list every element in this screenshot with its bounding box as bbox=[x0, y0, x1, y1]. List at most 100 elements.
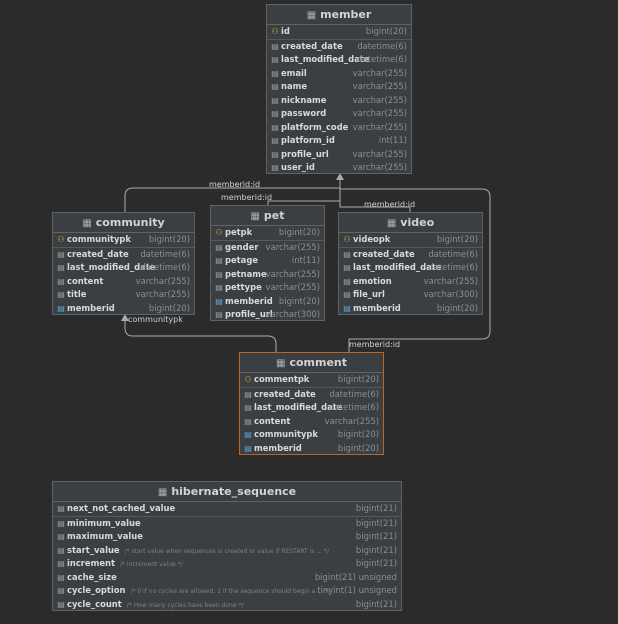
column-row[interactable]: ▤ memberid bigint(20) bbox=[211, 295, 324, 309]
column-row[interactable]: ▤ communitypk bigint(20) bbox=[240, 428, 383, 442]
foreign-key-icon: ▤ bbox=[244, 430, 252, 439]
column-name-text: cycle_count bbox=[67, 598, 122, 609]
column-icon: ▤ bbox=[271, 163, 279, 172]
column-name-text: communitypk bbox=[67, 234, 131, 244]
column-row[interactable]: ▤ profile_url varchar(255) bbox=[267, 148, 411, 162]
column-row[interactable]: ▤ start_value /* start value when sequence… bbox=[53, 544, 401, 558]
column-name-text: cycle_option bbox=[67, 585, 126, 595]
column-row[interactable]: ▤ petname varchar(255) bbox=[211, 268, 324, 282]
column-row[interactable]: ▤ memberid bigint(20) bbox=[53, 302, 194, 316]
column-type: varchar(300) bbox=[265, 309, 320, 319]
foreign-key-icon: ▤ bbox=[244, 443, 252, 453]
column-icon: ▤ bbox=[244, 389, 252, 399]
column-row[interactable]: ▤ created_date datetime(6) bbox=[240, 388, 383, 402]
primary-key-icon: ⚇ bbox=[215, 228, 223, 237]
column-row[interactable]: ▤ nickname varchar(255) bbox=[267, 94, 411, 108]
column-name: start_value /* start value when sequences… bbox=[67, 544, 329, 559]
column-name-text: platform_code bbox=[281, 121, 349, 132]
column-type: tinyint(1) unsigned bbox=[317, 585, 397, 595]
column-row[interactable]: ▤ platform_code varchar(255) bbox=[267, 121, 411, 135]
column-type: bigint(20) bbox=[148, 302, 190, 313]
table-header[interactable]: ▦ pet bbox=[211, 206, 324, 226]
column-type: bigint(20) bbox=[365, 26, 407, 36]
column-name: communitypk bbox=[67, 233, 131, 247]
column-row[interactable]: ▤ password varchar(255) bbox=[267, 107, 411, 121]
column-row[interactable]: ▤ cycle_option /* 0 if no cycles are allow… bbox=[53, 584, 401, 598]
table-header[interactable]: ▦ comment bbox=[240, 353, 383, 373]
column-name-text: platform_id bbox=[281, 135, 335, 145]
table-member[interactable]: ▦ member ⚇ id bigint(20) ▤ created_date datetim… bbox=[266, 4, 412, 174]
table-header[interactable]: ▦ member bbox=[267, 5, 411, 25]
column-icon: ▤ bbox=[215, 242, 223, 252]
column-icon: ▤ bbox=[57, 532, 65, 541]
column-name: file_url bbox=[353, 288, 385, 302]
column-row[interactable]: ▤ last_modified_date datetime(6) bbox=[339, 261, 482, 275]
table-pet[interactable]: ▦ pet ⚇ petpk bigint(20) ▤ gender varchar(255) ▤… bbox=[210, 205, 325, 321]
column-row[interactable]: ▤ increment /* increment value */ bigint(21… bbox=[53, 557, 401, 571]
table-title: comment bbox=[289, 356, 347, 369]
column-row[interactable]: ▤ content varchar(255) bbox=[53, 275, 194, 289]
column-comment: /* start value when sequences is created… bbox=[124, 547, 329, 555]
column-icon: ▤ bbox=[215, 256, 223, 265]
column-name: profile_url bbox=[281, 148, 329, 162]
column-type: varchar(255) bbox=[265, 268, 320, 279]
column-row[interactable]: ▤ minimum_value bigint(21) bbox=[53, 517, 401, 531]
column-name-text: title bbox=[67, 289, 87, 299]
column-row[interactable]: ▤ next_not_cached_value bigint(21) bbox=[53, 502, 401, 517]
column-row[interactable]: ▤ last_modified_date datetime(6) bbox=[240, 401, 383, 415]
column-row[interactable]: ▤ content varchar(255) bbox=[240, 415, 383, 429]
column-name-text: created_date bbox=[281, 40, 343, 51]
table-community[interactable]: ▦ community ⚇ communitypk bigint(20) ▤ created… bbox=[52, 212, 195, 315]
column-row[interactable]: ⚇ commentpk bigint(20) bbox=[240, 373, 383, 388]
relation-label-comment-community: communitypk bbox=[128, 315, 183, 324]
column-row[interactable]: ▤ created_date datetime(6) bbox=[267, 40, 411, 54]
column-row[interactable]: ▤ email varchar(255) bbox=[267, 67, 411, 81]
column-icon: ▤ bbox=[57, 249, 65, 259]
column-type: varchar(255) bbox=[352, 81, 407, 91]
column-row[interactable]: ▤ user_id varchar(255) bbox=[267, 161, 411, 175]
column-row[interactable]: ▤ memberid bigint(20) bbox=[240, 442, 383, 456]
table-comment[interactable]: ▦ comment ⚇ commentpk bigint(20) ▤ created_dat… bbox=[239, 352, 384, 455]
column-row[interactable]: ⚇ petpk bigint(20) bbox=[211, 226, 324, 241]
column-row[interactable]: ▤ cycle_count /* How many cycles have been… bbox=[53, 598, 401, 612]
column-row[interactable]: ▤ file_url varchar(300) bbox=[339, 288, 482, 302]
column-row[interactable]: ▤ emotion varchar(255) bbox=[339, 275, 482, 289]
column-icon: ▤ bbox=[57, 518, 65, 528]
column-row[interactable]: ▤ created_date datetime(6) bbox=[339, 248, 482, 262]
column-row[interactable]: ⚇ videopk bigint(20) bbox=[339, 233, 482, 248]
column-row[interactable]: ▤ platform_id int(11) bbox=[267, 134, 411, 148]
column-row[interactable]: ▤ created_date datetime(6) bbox=[53, 248, 194, 262]
column-row[interactable]: ⚇ id bigint(20) bbox=[267, 25, 411, 40]
column-row[interactable]: ▤ gender varchar(255) bbox=[211, 241, 324, 255]
table-icon: ▦ bbox=[386, 218, 397, 229]
column-icon: ▤ bbox=[57, 276, 65, 286]
column-icon: ▤ bbox=[271, 55, 279, 64]
column-name: created_date bbox=[67, 248, 129, 262]
column-row[interactable]: ▤ last_modified_date datetime(6) bbox=[53, 261, 194, 275]
column-name-text: id bbox=[281, 26, 290, 36]
column-type: datetime(6) bbox=[428, 248, 478, 259]
column-row[interactable]: ▤ profile_url varchar(300) bbox=[211, 308, 324, 322]
column-name: memberid bbox=[353, 302, 401, 316]
column-row[interactable]: ▤ last_modified_date datetime(6) bbox=[267, 53, 411, 67]
column-name-text: minimum_value bbox=[67, 517, 141, 528]
column-row[interactable]: ▤ pettype varchar(255) bbox=[211, 281, 324, 295]
column-name-text: memberid bbox=[225, 295, 273, 306]
table-title: hibernate_sequence bbox=[171, 485, 297, 498]
column-icon: ▤ bbox=[57, 290, 65, 299]
column-icon: ▤ bbox=[271, 68, 279, 78]
column-row[interactable]: ⚇ communitypk bigint(20) bbox=[53, 233, 194, 248]
column-row[interactable]: ▤ maximum_value bigint(21) bbox=[53, 530, 401, 544]
column-row[interactable]: ▤ petage int(11) bbox=[211, 254, 324, 268]
table-header[interactable]: ▦ video bbox=[339, 213, 482, 233]
column-type: bigint(20) bbox=[148, 234, 190, 244]
table-hibernate-sequence[interactable]: ▦ hibernate_sequence ▤ next_not_cached_valu… bbox=[52, 481, 402, 611]
table-header[interactable]: ▦ community bbox=[53, 213, 194, 233]
table-video[interactable]: ▦ video ⚇ videopk bigint(20) ▤ created_date dat… bbox=[338, 212, 483, 315]
column-row[interactable]: ▤ title varchar(255) bbox=[53, 288, 194, 302]
column-comment: /* How many cycles have been done */ bbox=[126, 601, 244, 609]
column-row[interactable]: ▤ name varchar(255) bbox=[267, 80, 411, 94]
column-row[interactable]: ▤ memberid bigint(20) bbox=[339, 302, 482, 316]
table-header[interactable]: ▦ hibernate_sequence bbox=[53, 482, 401, 502]
column-row[interactable]: ▤ cache_size bigint(21) unsigned bbox=[53, 571, 401, 585]
